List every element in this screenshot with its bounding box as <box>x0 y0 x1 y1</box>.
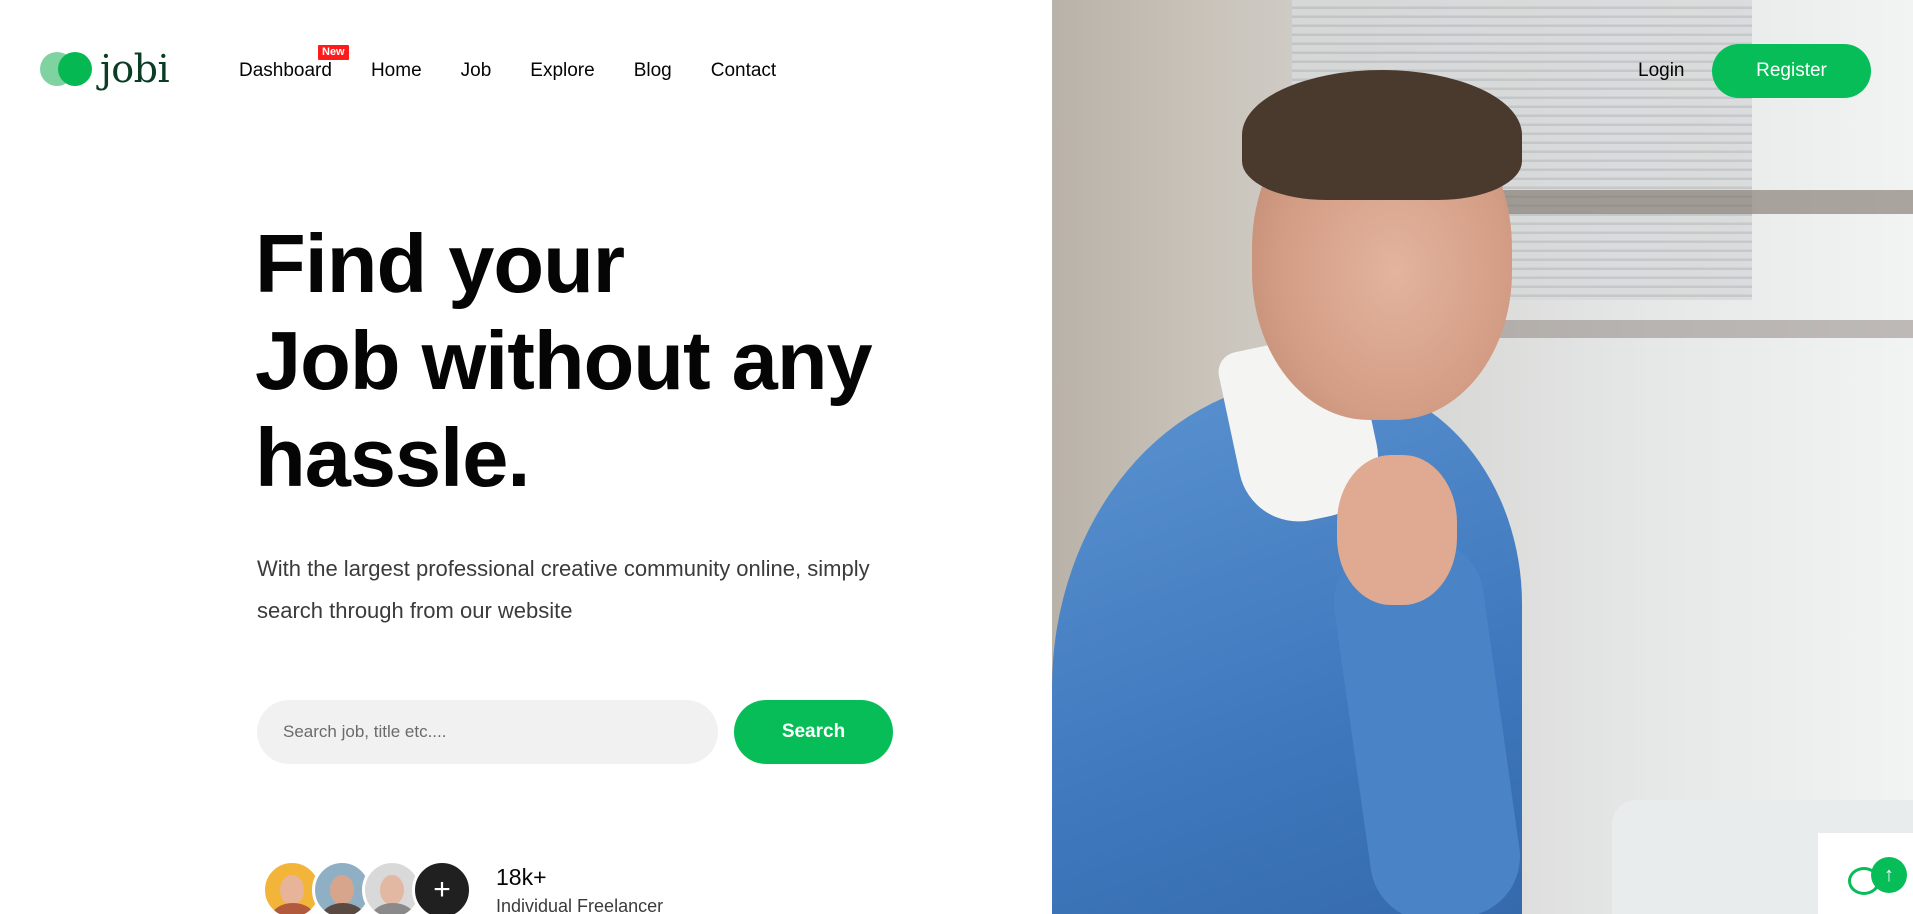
person-hand <box>1337 455 1457 605</box>
nav-item-dashboard[interactable]: Dashboard <box>239 57 332 85</box>
freelancer-label: Individual Freelancer <box>496 896 664 914</box>
nav-item-job[interactable]: Job <box>461 57 492 85</box>
register-button[interactable]: Register <box>1712 44 1871 98</box>
shelf <box>1472 320 1913 338</box>
hero-title-line-2: Job without any <box>255 314 873 407</box>
search-button[interactable]: Search <box>734 700 893 764</box>
hero-image <box>1052 0 1913 914</box>
shelf <box>1492 190 1913 214</box>
main-nav: Dashboard Home Job Explore Blog Contact <box>239 57 815 85</box>
logo-wordmark: jobi <box>100 47 170 91</box>
avatar-face <box>280 875 304 905</box>
avatar-body <box>371 903 415 914</box>
hero-subtitle: With the largest professional creative c… <box>257 556 870 623</box>
arrow-up-icon[interactable]: ↑ <box>1871 857 1907 893</box>
hero-title-line-3: hassle. <box>255 411 530 504</box>
nav-item-home[interactable]: Home <box>371 57 422 85</box>
new-badge: New <box>318 45 349 60</box>
avatar-face <box>330 875 354 905</box>
nav-item-blog[interactable]: Blog <box>634 57 672 85</box>
person-hair <box>1242 70 1522 200</box>
search-input[interactable] <box>257 700 718 764</box>
hero-title: Find your Job without any hassle. <box>255 215 955 506</box>
hero-title-line-1: Find your <box>255 217 625 310</box>
avatar-body <box>321 903 365 914</box>
login-link[interactable]: Login <box>1638 57 1685 85</box>
avatar-body <box>271 903 315 914</box>
nav-item-contact[interactable]: Contact <box>711 57 776 85</box>
avatar-face <box>380 875 404 905</box>
freelancer-count: 18k+ <box>496 864 547 890</box>
logo-mark-dark <box>58 52 92 86</box>
nav-item-explore[interactable]: Explore <box>530 57 594 85</box>
more-avatars-button[interactable]: + <box>412 860 472 914</box>
hero-left-panel: jobi Dashboard Home Job Explore Blog Con… <box>0 0 1052 914</box>
